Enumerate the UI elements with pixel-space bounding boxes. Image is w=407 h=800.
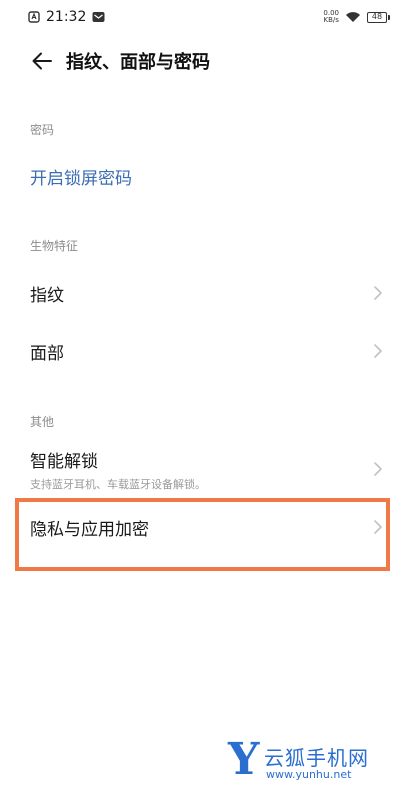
network-speed: 0.00 KB/s: [323, 10, 339, 24]
enable-lock-password-label: 开启锁屏密码: [30, 168, 132, 189]
notification-app-icon: [28, 11, 40, 23]
status-right: 0.00 KB/s 48: [323, 10, 390, 24]
row-text: 指纹: [30, 281, 64, 306]
page-title: 指纹、面部与密码: [66, 52, 210, 73]
status-time: 21:32: [46, 9, 87, 25]
back-arrow-icon: [32, 52, 52, 70]
network-speed-unit: KB/s: [323, 16, 339, 24]
wifi-icon: [346, 12, 360, 22]
section-label-other: 其他: [30, 415, 55, 429]
watermark-url: www.yunhu.net: [266, 768, 352, 781]
back-button[interactable]: [22, 41, 62, 81]
watermark-y-logo: Y: [228, 734, 260, 785]
watermark-name: 云狐手机网: [264, 746, 369, 770]
smart-unlock-item[interactable]: 智能解锁 支持蓝牙耳机、车载蓝牙设备解锁。: [0, 444, 407, 494]
fingerprint-label: 指纹: [30, 285, 64, 306]
enable-lock-password-item[interactable]: 开启锁屏密码: [0, 156, 407, 196]
status-left: 21:32: [28, 9, 105, 25]
privacy-app-encryption-label: 隐私与应用加密: [30, 519, 149, 540]
chevron-right-icon: [374, 462, 382, 476]
chevron-right-icon: [374, 344, 382, 358]
row-text: 开启锁屏密码: [30, 164, 132, 189]
page-header: 指纹、面部与密码: [0, 36, 407, 86]
battery-level: 48: [371, 12, 383, 21]
battery-icon: 48: [367, 11, 390, 23]
mail-notification-icon: [92, 12, 105, 22]
face-item[interactable]: 面部: [0, 328, 407, 374]
row-text: 面部: [30, 339, 64, 364]
status-bar: 21:32 0.00 KB/s 48: [0, 0, 407, 34]
row-text: 隐私与应用加密: [30, 515, 149, 540]
fingerprint-item[interactable]: 指纹: [0, 270, 407, 316]
chevron-right-icon: [374, 286, 382, 300]
chevron-right-icon: [374, 520, 382, 534]
privacy-app-encryption-item[interactable]: 隐私与应用加密: [0, 504, 407, 550]
watermark-logo: Y 云狐手机网 www.yunhu.net: [228, 738, 398, 788]
smart-unlock-label: 智能解锁: [30, 451, 98, 472]
face-label: 面部: [30, 343, 64, 364]
row-text: 智能解锁 支持蓝牙耳机、车载蓝牙设备解锁。: [30, 447, 206, 492]
section-label-password: 密码: [30, 123, 55, 137]
section-label-biometrics: 生物特征: [30, 239, 79, 253]
smart-unlock-description: 支持蓝牙耳机、车载蓝牙设备解锁。: [30, 477, 206, 491]
